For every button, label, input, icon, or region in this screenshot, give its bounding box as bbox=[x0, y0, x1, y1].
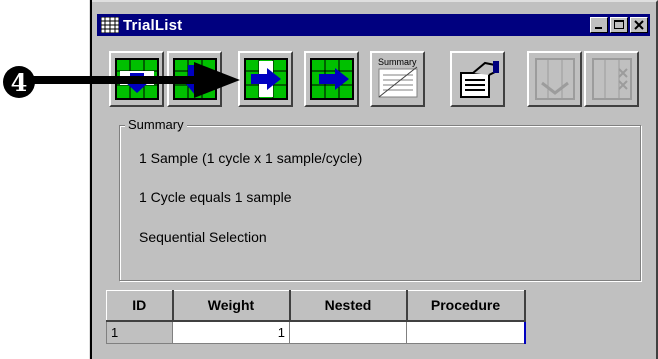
insert-right-button[interactable] bbox=[238, 51, 293, 107]
summary-legend: Summary bbox=[125, 117, 187, 132]
window-titlebar[interactable]: TrialList bbox=[97, 14, 650, 36]
summary-button[interactable]: Summary bbox=[370, 51, 425, 107]
summary-line-selection: Sequential Selection bbox=[139, 229, 267, 245]
close-button[interactable] bbox=[630, 17, 648, 33]
column-header-procedure[interactable]: Procedure bbox=[406, 290, 526, 322]
close-icon bbox=[634, 20, 644, 30]
maximize-icon bbox=[614, 20, 624, 29]
cell-nested[interactable] bbox=[289, 320, 407, 344]
window-left-border bbox=[90, 0, 92, 359]
maximize-button[interactable] bbox=[610, 17, 628, 33]
remove-button[interactable] bbox=[584, 51, 639, 107]
table-row: 1 1 bbox=[106, 320, 526, 344]
append-right-button[interactable] bbox=[304, 51, 359, 107]
remove-disabled-icon bbox=[591, 58, 632, 100]
grid-header-row: ID Weight Nested Procedure bbox=[106, 290, 526, 322]
summary-line-cycle: 1 Cycle equals 1 sample bbox=[139, 189, 292, 205]
summary-line-samples: 1 Sample (1 cycle x 1 sample/cycle) bbox=[139, 150, 363, 166]
cell-procedure[interactable] bbox=[406, 320, 526, 344]
column-header-id[interactable]: ID bbox=[106, 290, 174, 322]
callout-arrow-icon bbox=[32, 62, 240, 98]
callout-number: 4 bbox=[10, 67, 28, 97]
minimize-button[interactable] bbox=[590, 17, 608, 33]
cell-id[interactable]: 1 bbox=[106, 320, 173, 344]
trial-grid: ID Weight Nested Procedure 1 1 bbox=[106, 290, 526, 344]
window-controls bbox=[590, 17, 648, 33]
nest-button[interactable] bbox=[527, 51, 582, 107]
callout-number-badge: 4 bbox=[3, 66, 35, 98]
nest-disabled-icon bbox=[534, 58, 575, 100]
properties-icon bbox=[459, 61, 499, 98]
cell-weight[interactable]: 1 bbox=[172, 320, 290, 344]
append-right-icon bbox=[309, 58, 354, 100]
grid-app-icon bbox=[101, 17, 119, 33]
window-title: TrialList bbox=[123, 16, 183, 34]
column-header-weight[interactable]: Weight bbox=[172, 290, 291, 322]
minimize-icon bbox=[595, 27, 602, 29]
properties-button[interactable] bbox=[450, 51, 505, 107]
column-header-nested[interactable]: Nested bbox=[289, 290, 408, 322]
summary-button-label: Summary bbox=[378, 57, 417, 67]
insert-right-icon bbox=[243, 58, 288, 100]
